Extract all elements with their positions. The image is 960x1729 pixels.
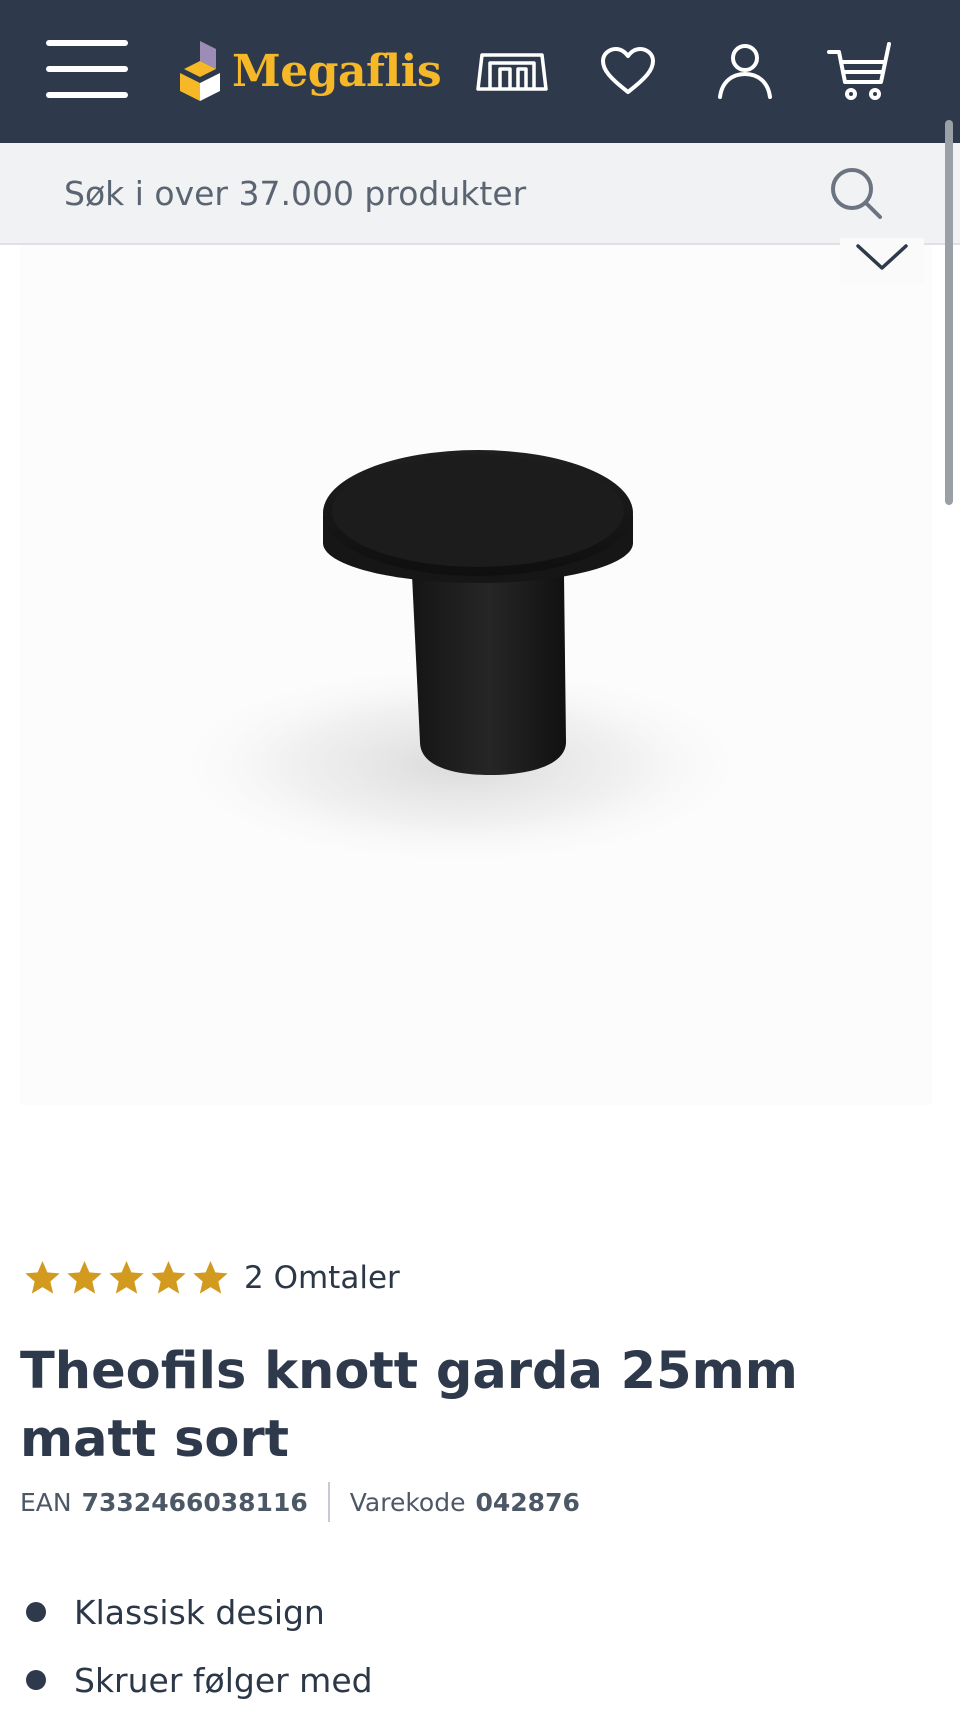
megaflis-logo[interactable]: Megaflis [174,36,442,106]
bullet-icon [26,1670,46,1690]
page-scrollbar[interactable] [945,120,953,505]
product-rating[interactable]: 2 Omtaler [22,1258,400,1298]
ean-value: 7332466038116 [81,1487,308,1517]
cart-icon[interactable] [826,36,894,106]
list-item: Skruer følger med [22,1646,373,1714]
search-icon[interactable] [828,165,884,221]
chevron-down-icon[interactable] [840,238,924,284]
feature-list: Klassisk design Skruer følger med [22,1578,373,1714]
heart-icon[interactable] [598,36,658,106]
product-title: Theofils knott garda 25mm matt sort [20,1342,798,1469]
user-icon[interactable] [712,36,778,106]
search-bar [0,143,960,245]
ean-label: EAN [20,1487,72,1517]
list-item: Klassisk design [22,1578,373,1646]
logo-text: Megaflis [232,45,442,97]
feature-text: Klassisk design [74,1592,325,1632]
sku-value: 042876 [475,1487,580,1517]
star-icon [151,1261,186,1294]
divider [327,1482,330,1522]
star-icon [193,1261,228,1294]
product-image [160,450,760,870]
product-codes: EAN 7332466038116 Varekode 042876 [20,1482,580,1522]
product-image-gallery[interactable] [20,245,932,1105]
showroom-icon[interactable] [472,36,552,106]
menu-icon[interactable] [46,40,130,98]
product-page: Megaflis Søk i over 37.000 produkter 2 O… [0,0,960,1729]
star-icon [67,1261,102,1294]
star-rating [22,1258,232,1298]
sku-label: Varekode [349,1487,466,1517]
review-count[interactable]: 2 Omtaler [244,1260,400,1296]
star-icon [25,1261,60,1294]
feature-text: Skruer følger med [74,1660,373,1700]
top-navigation-bar: Megaflis [0,0,960,143]
star-icon [109,1261,144,1294]
search-input[interactable] [64,163,804,223]
bullet-icon [26,1602,46,1622]
logo-mark-icon [180,41,220,101]
